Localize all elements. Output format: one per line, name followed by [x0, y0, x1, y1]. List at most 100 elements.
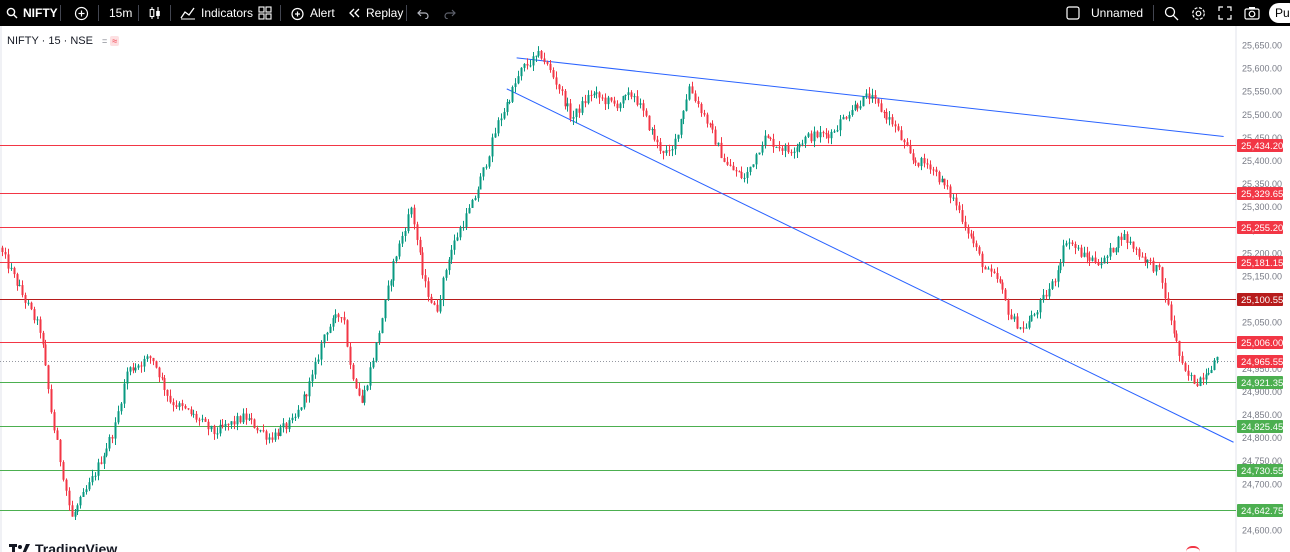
candle-body [1077, 247, 1080, 249]
candle-body [1022, 327, 1025, 329]
candle-body [653, 129, 656, 140]
publish-button[interactable]: Pu [1269, 3, 1290, 23]
interval-button[interactable]: 15m [109, 0, 132, 26]
candle-body [929, 164, 932, 170]
chart-pane[interactable]: 25,650.00 25,600.00 25,550.00 25,500.00 25,4… [0, 26, 1290, 552]
candle-body [337, 314, 340, 318]
candle-body [845, 117, 848, 119]
candle-body [972, 236, 975, 244]
candle-body [819, 132, 822, 138]
candle-body [477, 189, 480, 199]
candle-body [253, 419, 256, 429]
candle-body [749, 166, 752, 172]
candle-body [758, 152, 761, 155]
candle-body [999, 278, 1002, 283]
candle-body [990, 268, 993, 272]
chart-type-button[interactable] [148, 0, 162, 26]
candle-body [1109, 247, 1112, 257]
candle-body [590, 94, 593, 96]
candle-body [311, 374, 314, 382]
candle-body [862, 96, 865, 107]
price-tick-label: 25,050.00 [1242, 318, 1282, 328]
settings-button[interactable] [1191, 0, 1206, 26]
candle-body [854, 104, 857, 110]
candle-body [129, 367, 132, 372]
candle-body [761, 145, 764, 153]
legend-badge-approx: ≈ [110, 35, 120, 46]
candle-body [1158, 265, 1161, 268]
candle-body [740, 171, 743, 179]
symbol-name: NIFTY [23, 6, 58, 20]
candle-body [984, 267, 987, 270]
symbol-search[interactable]: NIFTY [6, 0, 58, 26]
snapshot-button[interactable] [1244, 0, 1260, 26]
candle-body [581, 101, 584, 113]
undo-button[interactable] [417, 0, 429, 26]
candle-body [723, 158, 726, 162]
tradingview-watermark[interactable]: TradingView [9, 541, 117, 552]
indicators-button[interactable]: Indicators [180, 0, 253, 26]
candle-body [1129, 241, 1132, 243]
candle-body [82, 492, 85, 497]
compare-button[interactable] [74, 0, 89, 26]
layout-name: Unnamed [1091, 6, 1144, 20]
candle-body [682, 110, 685, 120]
candle-body [775, 146, 778, 148]
layout-menu[interactable]: Unnamed [1066, 0, 1143, 26]
candle-body [769, 137, 772, 139]
candle-body [874, 94, 877, 99]
candle-body [198, 419, 201, 421]
candle-body [1019, 327, 1022, 329]
candle-body [619, 103, 622, 109]
legend-badges[interactable]: = ≈ [99, 34, 122, 47]
price-chart[interactable]: 25,650.00 25,600.00 25,550.00 25,500.00 25,4… [0, 26, 1290, 552]
candle-body [479, 176, 482, 190]
candle-body [1115, 248, 1118, 253]
candle-body [201, 418, 204, 420]
price-tick-label: 24,800.00 [1242, 433, 1282, 443]
candle-body [920, 158, 923, 167]
candle-body [140, 365, 143, 367]
redo-button[interactable] [444, 0, 456, 26]
candle-body [877, 98, 880, 104]
candle-body [584, 101, 587, 104]
candle-body [395, 256, 398, 261]
candle-body [236, 416, 239, 425]
price-tick-label: 25,550.00 [1242, 87, 1282, 97]
candle-body [903, 140, 906, 143]
candle-body [392, 260, 395, 281]
candle-body [384, 299, 387, 319]
chart-legend[interactable]: NIFTY · 15 · NSE = ≈ [7, 34, 122, 47]
candle-body [703, 113, 706, 115]
candle-body [830, 131, 833, 139]
level-tag-label: 24,642.75 [1241, 506, 1283, 517]
candle-body [636, 96, 639, 105]
candle-body [529, 65, 532, 67]
candle-body [271, 437, 274, 440]
candle-body [462, 227, 465, 229]
fullscreen-button[interactable] [1218, 0, 1232, 26]
candle-body [105, 448, 108, 456]
candle-body [897, 126, 900, 131]
price-tick-label: 24,850.00 [1242, 410, 1282, 420]
candle-body [549, 63, 552, 71]
candle-body [970, 233, 973, 237]
candle-body [865, 93, 868, 97]
candle-body [291, 417, 294, 421]
candle-body [645, 110, 648, 116]
candle-body [279, 427, 282, 436]
candle-body [938, 171, 941, 183]
candle-body [277, 432, 280, 436]
alert-button[interactable]: Alert [290, 0, 335, 26]
candle-body [16, 274, 19, 286]
candle-body [1033, 314, 1036, 316]
candle-body [1141, 256, 1144, 258]
templates-button[interactable] [258, 0, 272, 26]
candle-body [537, 51, 540, 56]
replay-button[interactable]: Replay [348, 0, 403, 26]
candle-body [358, 388, 361, 396]
candle-body [912, 153, 915, 161]
candle-body [711, 123, 714, 130]
candle-body [181, 403, 184, 406]
quick-search-button[interactable] [1164, 0, 1179, 26]
